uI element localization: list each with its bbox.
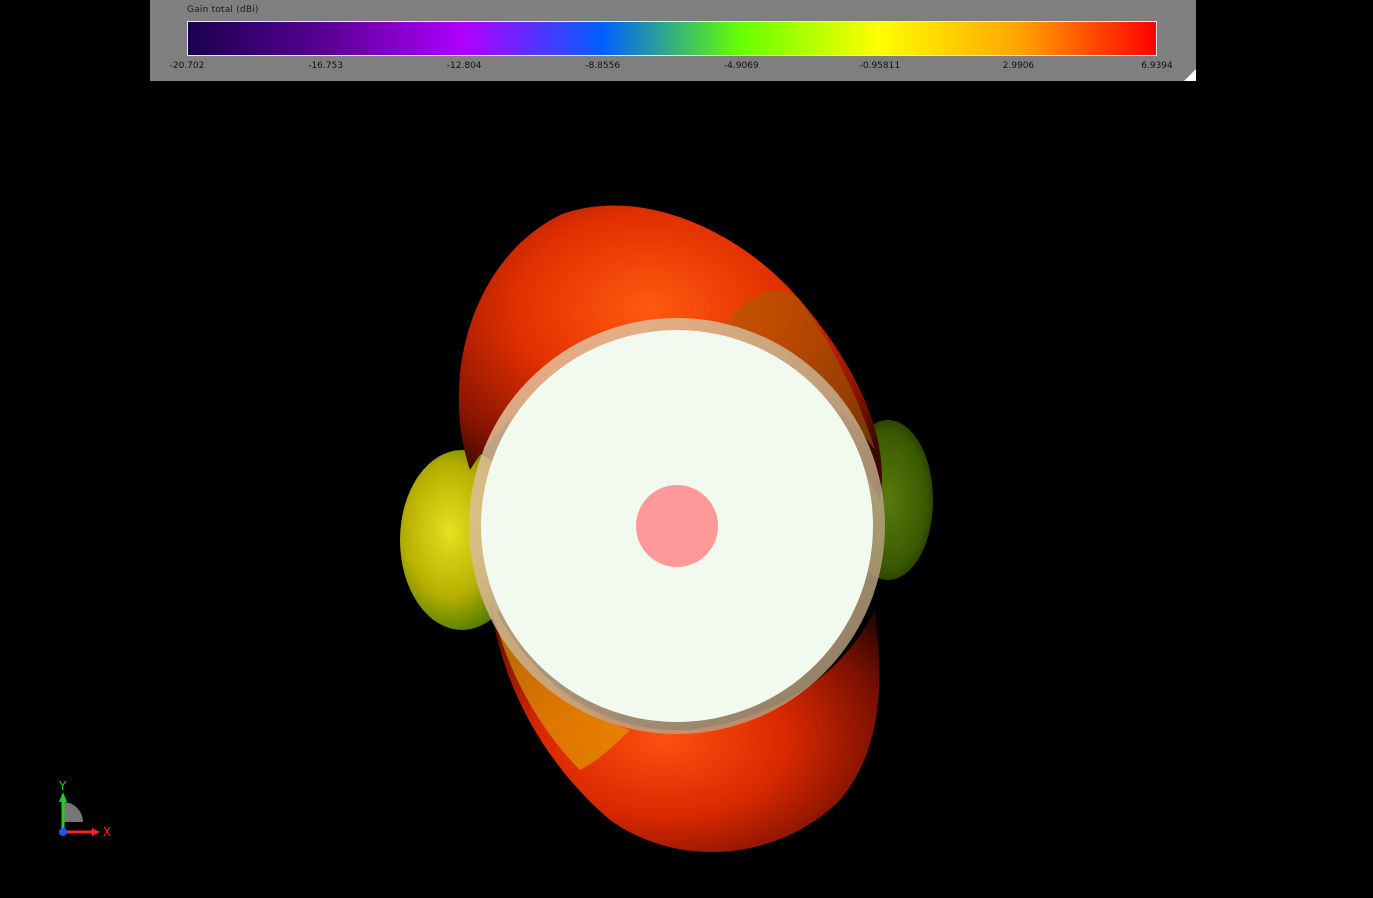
legend-tick-label: -20.702 (169, 61, 205, 71)
resize-grip-icon[interactable] (1184, 69, 1196, 81)
legend-tick-label: -12.804 (446, 61, 482, 71)
color-scale-bar (187, 21, 1157, 56)
legend-tick-label: 6.9394 (1141, 61, 1173, 71)
axis-triad: Y X (58, 779, 111, 839)
radiation-pattern-plot[interactable] (0, 0, 1373, 898)
3d-viewport[interactable]: Gain total (dBi) -20.702 -16.753 -12.804 -8… (0, 0, 1373, 898)
color-legend-panel[interactable]: Gain total (dBi) -20.702 -16.753 -12.804 -8… (150, 0, 1196, 81)
z-axis-dot-icon (59, 828, 67, 836)
legend-tick-label: -8.8556 (585, 61, 621, 71)
legend-tick-label: 2.9906 (1002, 61, 1035, 71)
y-axis-arrow-icon (59, 792, 67, 802)
axis-triad-plane-icon (63, 802, 83, 822)
x-axis-arrow-icon (92, 828, 100, 836)
legend-tick-label: -16.753 (308, 61, 343, 71)
legend-tick-label: -0.95811 (859, 61, 901, 71)
legend-tick-label: -4.9069 (723, 61, 759, 71)
legend-title: Gain total (dBi) (187, 5, 259, 15)
y-axis-label: Y (58, 779, 67, 793)
feed-point-marker (636, 485, 718, 567)
x-axis-label: X (103, 825, 111, 839)
